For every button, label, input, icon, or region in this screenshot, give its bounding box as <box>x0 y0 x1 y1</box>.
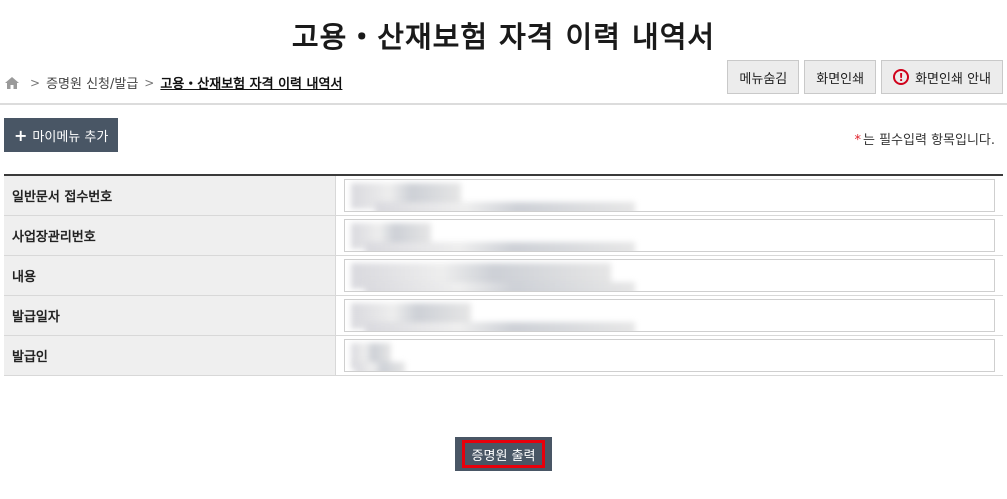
breadcrumb-item-certificate[interactable]: 증명원 신청/발급 <box>46 73 138 92</box>
redacted-value <box>365 282 635 291</box>
field-label: 발급인 <box>4 336 336 375</box>
redacted-value <box>365 322 635 331</box>
chevron-right-icon: > <box>30 75 41 90</box>
print-guide-button[interactable]: ! 화면인쇄 안내 <box>881 60 1003 94</box>
certificate-info-table: 일반문서 접수번호 사업장관리번호 내용 발급일자 발급인 <box>4 174 1003 376</box>
print-screen-label: 화면인쇄 <box>816 71 865 87</box>
add-my-menu-label: 마이메뉴 추가 <box>32 129 109 145</box>
print-certificate-button-wrap: 증명원 출력 <box>455 437 552 471</box>
print-certificate-label: 증명원 출력 <box>471 448 536 464</box>
table-row: 일반문서 접수번호 <box>4 176 1003 216</box>
chevron-right-icon: > <box>144 75 155 90</box>
field-cell <box>336 176 1003 215</box>
field-label: 일반문서 접수번호 <box>4 176 336 215</box>
breadcrumb-item-current[interactable]: 고용・산재보험 자격 이력 내역서 <box>160 73 342 92</box>
required-star: * <box>854 133 862 148</box>
print-guide-label: 화면인쇄 안내 <box>915 71 991 87</box>
hide-menu-button[interactable]: 메뉴숨김 <box>727 60 800 94</box>
issuer-field[interactable] <box>344 339 995 372</box>
document-number-field[interactable] <box>344 179 995 212</box>
field-cell <box>336 216 1003 255</box>
required-note: * 는 필수입력 항목입니다. <box>855 129 996 148</box>
redacted-value <box>355 362 405 371</box>
workplace-number-field[interactable] <box>344 219 995 252</box>
breadcrumb: > 증명원 신청/발급 > 고용・산재보험 자격 이력 내역서 <box>4 73 342 92</box>
print-screen-button[interactable]: 화면인쇄 <box>804 60 877 94</box>
required-note-text: 는 필수입력 항목입니다. <box>863 133 995 148</box>
table-row: 발급인 <box>4 336 1003 376</box>
table-row: 발급일자 <box>4 296 1003 336</box>
field-label: 내용 <box>4 256 336 295</box>
warning-circle-icon: ! <box>893 69 910 85</box>
top-button-group: 메뉴숨김 화면인쇄 ! 화면인쇄 안내 <box>727 60 1003 94</box>
field-cell <box>336 296 1003 335</box>
field-label: 사업장관리번호 <box>4 216 336 255</box>
redacted-value <box>375 202 635 211</box>
hide-menu-label: 메뉴숨김 <box>739 71 788 87</box>
field-cell <box>336 256 1003 295</box>
table-row: 내용 <box>4 256 1003 296</box>
field-label: 발급일자 <box>4 296 336 335</box>
issue-date-field[interactable] <box>344 299 995 332</box>
add-my-menu-button[interactable]: + 마이메뉴 추가 <box>4 118 119 152</box>
home-icon[interactable] <box>4 75 20 91</box>
field-cell <box>336 336 1003 375</box>
content-field[interactable] <box>344 259 995 292</box>
redacted-value <box>365 242 635 251</box>
print-certificate-button[interactable]: 증명원 출력 <box>462 440 545 468</box>
header-divider <box>0 103 1007 105</box>
page-title: 고용・산재보험 자격 이력 내역서 <box>291 20 716 54</box>
plus-icon: + <box>14 125 28 145</box>
table-row: 사업장관리번호 <box>4 216 1003 256</box>
